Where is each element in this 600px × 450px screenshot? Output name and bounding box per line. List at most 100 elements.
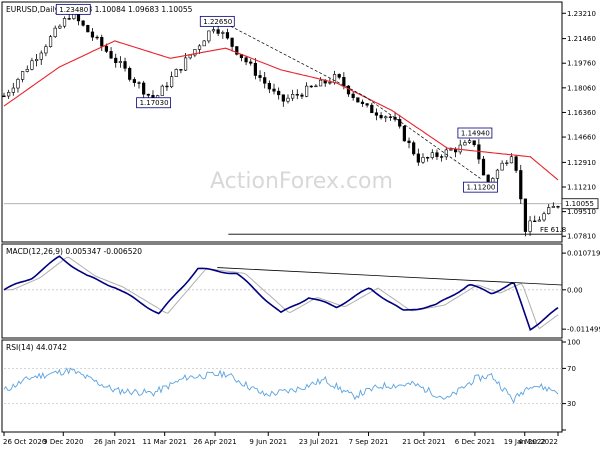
fib-level-label: FE 61.8 (540, 226, 566, 234)
trendline (217, 18, 365, 97)
price-annotation-label: 1.22650 (203, 18, 232, 26)
candle-body (137, 82, 141, 84)
rsi-tick-label: 30 (567, 400, 576, 408)
candle-body (267, 82, 271, 90)
candle-body (281, 94, 285, 102)
candle-body (39, 52, 43, 60)
candle-body (379, 114, 383, 119)
price-annotations: FE 61.8 1.23480 1.17030 1.22650 1.14940 1.112… (55, 3, 566, 235)
moving-average-line (3, 40, 559, 181)
candle-body (328, 82, 332, 84)
price-tick-label: 1.19760 (567, 60, 596, 68)
candle-body (453, 149, 458, 153)
candle-body (81, 20, 85, 26)
candle-body (146, 93, 150, 96)
candle-body (142, 82, 146, 95)
price-annotation-label: 1.23480 (59, 6, 88, 14)
candle-body (351, 93, 355, 98)
candle-body (67, 18, 71, 20)
candle-body (11, 87, 15, 93)
candle-body (211, 29, 216, 32)
candle-body (402, 125, 406, 142)
macd-tick-label: 0.010719 (567, 250, 600, 258)
price-candles (2, 10, 560, 237)
candle-body (174, 69, 178, 77)
macd-signal-line (4, 256, 559, 330)
candle-body (183, 57, 188, 71)
price-tick-label: 1.07810 (567, 233, 596, 241)
rsi-axis: 100 70 30 (562, 339, 580, 431)
candle-body (360, 101, 365, 104)
candle-body (444, 149, 448, 158)
candle-body (90, 31, 95, 38)
price-panel-header: EURUSD,Daily 1.09833 1.10084 1.09683 1.1… (6, 5, 193, 14)
time-tick-label: 11 Mar 2021 (142, 438, 186, 446)
candle-body (118, 61, 122, 64)
candle-body (509, 156, 514, 164)
candle-body (463, 142, 467, 146)
candle-body (230, 37, 234, 47)
watermark: ActionForex.com (210, 169, 393, 194)
candle-body (314, 85, 318, 88)
rsi-panel-header: RSI(14) 44.0742 (6, 343, 67, 352)
price-axis: 1.23210 1.21460 1.19760 1.18060 1.16360 1.146… (561, 10, 599, 241)
rsi-layer (3, 367, 562, 405)
candle-body (258, 75, 262, 78)
candle-body (514, 156, 518, 171)
candle-body (505, 162, 509, 164)
candle-body (165, 85, 169, 88)
candle-body (449, 149, 453, 151)
candle-body (407, 140, 411, 144)
current-price-label: 1.10055 (565, 200, 594, 208)
candle-body (95, 36, 99, 39)
time-tick-label: 9 Jun 2021 (249, 438, 287, 446)
candle-body (412, 142, 416, 155)
candle-body (332, 74, 337, 83)
candle-body (286, 97, 290, 102)
price-tick-label: 1.09510 (567, 208, 596, 216)
candle-body (472, 140, 476, 146)
candle-body (216, 29, 220, 34)
price-tick-label: 1.12910 (567, 159, 596, 167)
candle-body (44, 46, 48, 54)
candle-body (374, 112, 379, 116)
candle-body (169, 76, 174, 88)
candle-body (519, 170, 523, 200)
time-tick-label: 26 Oct 2020 (3, 438, 46, 446)
time-tick-label: 4 Mar 2022 (518, 438, 558, 446)
time-tick-label: 21 Oct 2021 (402, 438, 445, 446)
candle-body (551, 206, 555, 208)
price-tick-label: 1.11210 (567, 184, 596, 192)
candle-body (337, 74, 341, 78)
candle-body (388, 116, 393, 118)
candle-body (128, 68, 132, 80)
time-tick-label: 26 Apr 2021 (193, 438, 236, 446)
candle-body (384, 116, 388, 119)
price-tick-label: 1.23210 (567, 10, 596, 18)
candle-body (179, 69, 183, 71)
macd-trendline (217, 267, 563, 286)
candle-body (225, 32, 230, 39)
candle-body (100, 36, 104, 47)
price-annotation-label: 1.11200 (466, 184, 495, 192)
candle-body (16, 79, 20, 89)
candle-body (537, 219, 541, 222)
candle-body (123, 61, 127, 69)
candle-body (495, 169, 500, 179)
candle-body (435, 152, 439, 157)
candle-body (300, 94, 304, 97)
price-tick-label: 1.16360 (567, 109, 596, 117)
price-tick-label: 1.21460 (567, 35, 596, 43)
time-tick-label: 26 Jan 2021 (94, 438, 136, 446)
candle-body (528, 220, 532, 232)
rsi-panel-frame (1, 339, 563, 433)
price-annotation-label: 1.14940 (461, 130, 490, 138)
candle-body (249, 61, 253, 64)
candle-body (291, 94, 295, 99)
candle-body (160, 85, 164, 96)
candle-body (188, 54, 192, 59)
candle-body (272, 88, 276, 92)
time-tick-label: 9 Dec 2020 (43, 438, 83, 446)
candle-body (318, 79, 323, 87)
candle-body (533, 220, 537, 223)
